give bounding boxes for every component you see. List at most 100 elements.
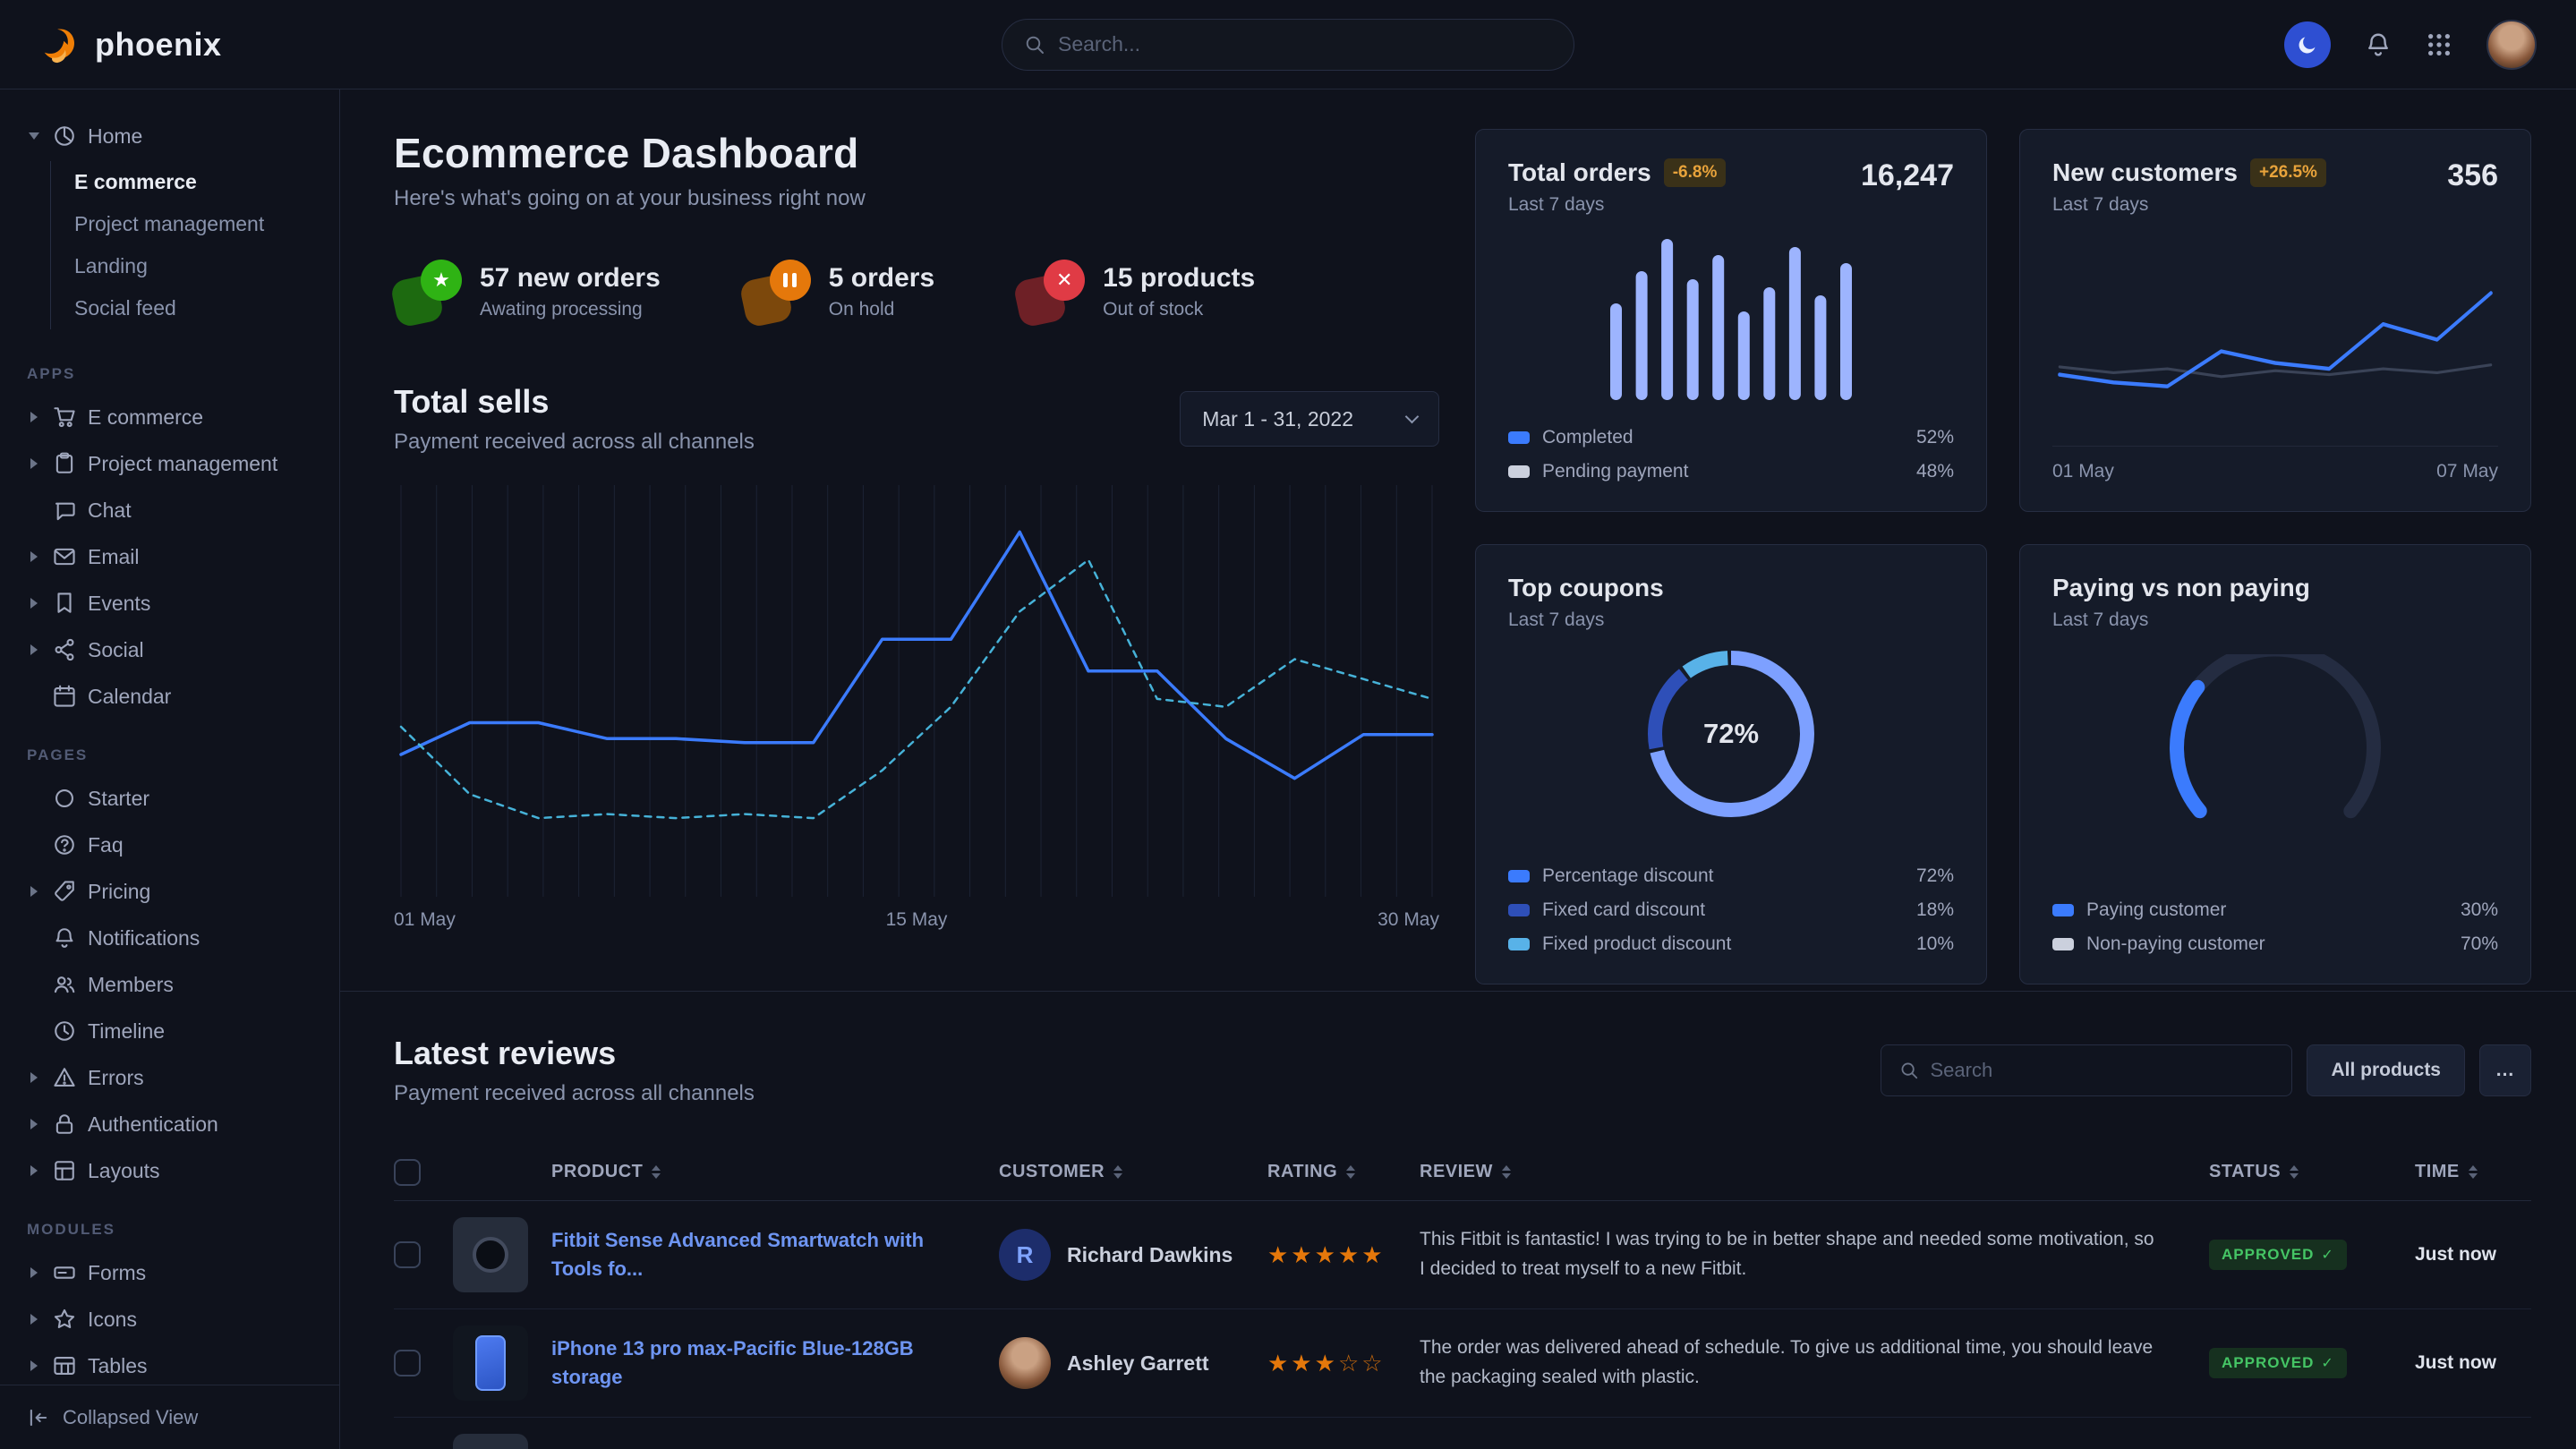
column-header-review[interactable]: REVIEW [1420,1162,2209,1182]
dashboard-section: Ecommerce Dashboard Here's what's going … [340,89,2576,992]
collapsed-view-toggle[interactable]: Collapsed View [0,1385,339,1449]
check-icon [2321,1354,2333,1372]
page-subtitle: Here's what's going on at your business … [394,186,1439,211]
review-time: Just now [2415,1244,2531,1266]
product-link[interactable]: Fitbit Sense Advanced Smartwatch with To… [551,1226,999,1283]
new-customers-line-chart [2052,234,2498,446]
sidebar-item-notifications[interactable]: Notifications [0,915,339,961]
sidebar-item-social-feed[interactable]: Social feed [74,287,339,329]
sidebar-item-events[interactable]: Events [0,580,339,626]
clock-icon [53,1019,76,1043]
circle-icon [53,787,76,810]
stat-orders-on-hold: 5 orders On hold [743,260,934,324]
global-search[interactable] [1002,19,1574,71]
sidebar-item-starter[interactable]: Starter [0,775,339,822]
total-sells-chart [394,485,1439,897]
reviews-search[interactable] [1881,1044,2292,1096]
sidebar-item-layouts[interactable]: Layouts [0,1147,339,1194]
product-link[interactable]: iPhone 13 pro max-Pacific Blue-128GB sto… [551,1334,999,1392]
product-photo [453,1434,528,1449]
column-header-time[interactable]: TIME [2415,1162,2531,1182]
users-icon [53,973,76,996]
stat-out-of-stock: ✕ 15 products Out of stock [1017,260,1255,324]
mail-icon [53,545,76,568]
row-checkbox[interactable] [394,1350,421,1377]
sidebar-item-forms[interactable]: Forms [0,1249,339,1296]
sidebar-item-faq[interactable]: Faq [0,822,339,868]
caret-right-icon [27,551,41,562]
theme-toggle-button[interactable] [2284,21,2331,68]
sidebar-item-social[interactable]: Social [0,626,339,673]
sort-icon [1346,1165,1355,1179]
table-row: iPhone 13 pro max-Pacific Blue-128GB sto… [394,1309,2531,1418]
sidebar-item-ecommerce[interactable]: E commerce [0,394,339,440]
avatar: R [999,1229,1051,1281]
moon-icon [2296,33,2319,56]
star-badge-icon: ★ [394,260,462,324]
total-sells-title: Total sells [394,383,755,421]
sidebar-item-project-management-dashboard[interactable]: Project management [74,203,339,245]
row-checkbox[interactable] [394,1241,421,1268]
sidebar-item-landing[interactable]: Landing [74,245,339,287]
paying-vs-nonpaying-card: Paying vs non paying Last 7 days Paying … [2019,544,2531,984]
new-customers-value: 356 [2447,158,2498,193]
smartwatch-photo [453,1217,528,1292]
sidebar-item-members[interactable]: Members [0,961,339,1008]
apps-grid-button[interactable] [2426,31,2452,58]
more-options-button[interactable]: ... [2479,1044,2531,1096]
sidebar-item-pricing[interactable]: Pricing [0,868,339,915]
sidebar-item-tables[interactable]: Tables [0,1342,339,1385]
home-submenu: E commerce Project management Landing So… [50,161,339,329]
total-sells-x-axis: 01 May 15 May 30 May [394,909,1439,931]
sidebar-nav: Home E commerce Project management Landi… [0,89,339,1385]
customer-cell: R Richard Dawkins [999,1229,1267,1281]
select-all-checkbox[interactable] [394,1159,421,1186]
layout-icon [53,1159,76,1182]
check-icon [2321,1246,2333,1264]
share-icon [53,638,76,661]
legend-pending-payment: Pending payment 48% [1508,461,1954,482]
sidebar-item-chat[interactable]: Chat [0,487,339,533]
sidebar-item-ecommerce-dashboard[interactable]: E commerce [74,161,339,203]
column-header-product[interactable]: PRODUCT [551,1162,999,1182]
reviews-title: Latest reviews [394,1035,755,1072]
caret-right-icon [27,1119,41,1129]
sidebar-item-timeline[interactable]: Timeline [0,1008,339,1054]
legend-fixed-card-discount: Fixed card discount 18% [1508,899,1954,921]
sort-icon [2290,1165,2299,1179]
brand[interactable]: phoenix [39,24,222,65]
column-header-status[interactable]: STATUS [2209,1162,2415,1182]
sidebar-item-calendar[interactable]: Calendar [0,673,339,720]
new-customers-x-axis: 01 May 07 May [2052,446,2498,482]
column-header-rating[interactable]: RATING [1267,1162,1420,1182]
sidebar-item-email[interactable]: Email [0,533,339,580]
review-time: Just now [2415,1352,2531,1374]
avatar [999,1337,1051,1389]
date-range-select[interactable]: Mar 1 - 31, 2022 [1180,391,1439,447]
lock-icon [53,1112,76,1136]
chevron-down-icon [1405,409,1420,423]
top-coupons-card: Top coupons Last 7 days 72% Percentage d… [1475,544,1987,984]
sidebar-item-icons[interactable]: Icons [0,1296,339,1342]
sidebar-item-home[interactable]: Home [0,113,339,159]
reviews-subtitle: Payment received across all channels [394,1081,755,1106]
rating-stars: ★★★★★ [1267,1241,1420,1269]
total-orders-value: 16,247 [1861,158,1954,193]
all-products-button[interactable]: All products [2307,1044,2465,1096]
user-avatar[interactable] [2486,20,2537,70]
notifications-button[interactable] [2365,31,2392,58]
sidebar-item-authentication[interactable]: Authentication [0,1101,339,1147]
column-header-customer[interactable]: CUSTOMER [999,1162,1267,1182]
caret-right-icon [27,458,41,469]
brand-name: phoenix [95,26,222,64]
sidebar-item-project-management[interactable]: Project management [0,440,339,487]
star-icon [53,1308,76,1331]
section-label-modules: MODULES [0,1194,339,1249]
caret-right-icon [27,1267,41,1278]
iphone-photo [453,1325,528,1401]
customer-cell: Ashley Garrett [999,1337,1267,1389]
global-search-input[interactable] [1058,32,1552,56]
sidebar-item-errors[interactable]: Errors [0,1054,339,1101]
reviews-search-input[interactable] [1930,1059,2273,1082]
question-icon [53,833,76,857]
